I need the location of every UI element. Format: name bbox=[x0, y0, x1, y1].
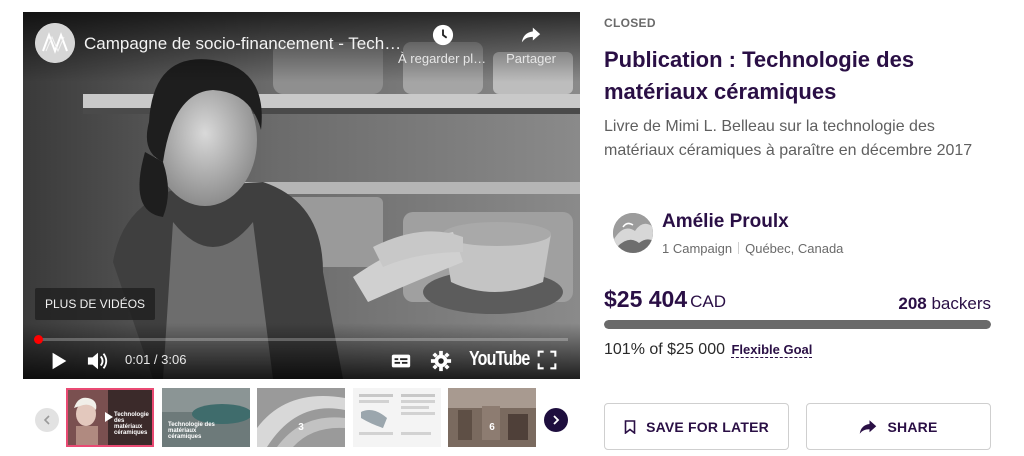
owner-meta: 1 Campaign Québec, Canada bbox=[662, 241, 843, 256]
carousel-prev-button[interactable] bbox=[35, 408, 59, 432]
campaign-title: Publication : Technologie des matériaux … bbox=[604, 47, 915, 104]
fullscreen-icon[interactable] bbox=[537, 350, 557, 370]
meta-divider bbox=[738, 242, 740, 254]
backers-number: 208 bbox=[898, 294, 927, 313]
channel-logo[interactable] bbox=[35, 23, 75, 63]
chevron-left-icon bbox=[43, 415, 50, 425]
thumbnail-number: 3 bbox=[298, 422, 304, 433]
share-video-button[interactable]: Partager bbox=[486, 24, 576, 66]
thumbnail-image bbox=[353, 388, 441, 447]
play-icon[interactable] bbox=[48, 350, 70, 372]
watch-later-label: À regarder plus tard bbox=[398, 51, 488, 66]
thumbnail-image bbox=[448, 388, 536, 447]
media-thumbnail-1[interactable]: Technologie des matériaux céramiques bbox=[66, 388, 154, 447]
media-thumbnail-3[interactable]: 3 bbox=[257, 388, 345, 447]
video-progress-bar[interactable] bbox=[33, 335, 568, 344]
owner-campaign-count: 1 Campaign bbox=[662, 241, 733, 256]
clock-icon bbox=[432, 24, 454, 46]
thumbnail-number: 6 bbox=[489, 422, 495, 433]
avatar[interactable] bbox=[613, 213, 653, 253]
media-thumbnail-5[interactable]: 6 bbox=[448, 388, 536, 447]
save-for-later-button[interactable]: SAVE FOR LATER bbox=[604, 403, 789, 450]
owner-avatar-image bbox=[613, 213, 653, 253]
share-video-label: Partager bbox=[506, 51, 556, 66]
amount-raised: $25 404 CAD bbox=[604, 286, 726, 313]
thumbnail-image bbox=[257, 388, 345, 447]
amount-currency: CAD bbox=[690, 292, 727, 311]
thumbnail-caption: Technologie des matériaux céramiques bbox=[168, 422, 215, 440]
subtitles-icon[interactable] bbox=[390, 350, 412, 372]
volume-icon[interactable] bbox=[86, 350, 110, 372]
save-for-later-label: SAVE FOR LATER bbox=[646, 418, 769, 435]
channel-logo-icon bbox=[35, 23, 75, 63]
video-title[interactable]: Campagne de socio-financement - Technolo… bbox=[84, 34, 404, 54]
media-thumbnail-4[interactable] bbox=[353, 388, 441, 447]
funding-progress-bar bbox=[604, 320, 991, 329]
media-thumbnail-2[interactable]: Technologie des matériaux céramiques bbox=[162, 388, 250, 447]
backers-count: 208 backers bbox=[898, 294, 991, 314]
thumbnail-caption: Technologie des matériaux céramiques bbox=[114, 412, 149, 436]
campaign-status: CLOSED bbox=[604, 16, 656, 30]
funding-percent-line: 101% of $25 000 Flexible Goal bbox=[604, 341, 813, 359]
share-arrow-icon bbox=[521, 27, 541, 43]
amount-value: $25 404 bbox=[604, 286, 688, 312]
goal-type-link[interactable]: Flexible Goal bbox=[731, 342, 813, 358]
bookmark-icon bbox=[624, 419, 636, 434]
chevron-right-icon bbox=[553, 415, 560, 425]
percent-of-goal: 101% of $25 000 bbox=[604, 341, 725, 358]
settings-gear-icon[interactable] bbox=[430, 350, 452, 372]
video-scrubber-handle[interactable] bbox=[33, 335, 43, 344]
more-videos-button[interactable]: PLUS DE VIDÉOS bbox=[35, 288, 156, 320]
funding-progress-fill bbox=[604, 320, 991, 329]
share-arrow-icon bbox=[860, 419, 877, 434]
carousel-next-button[interactable] bbox=[544, 408, 568, 432]
youtube-logo[interactable]: YouTube bbox=[469, 348, 530, 371]
owner-name[interactable]: Amélie Proulx bbox=[662, 211, 789, 233]
owner-location: Québec, Canada bbox=[745, 241, 844, 256]
video-time: 0:01 / 3:06 bbox=[125, 352, 187, 367]
video-player[interactable]: Campagne de socio-financement - Technolo… bbox=[23, 12, 580, 379]
backers-label: backers bbox=[931, 294, 991, 313]
share-button[interactable]: SHARE bbox=[806, 403, 991, 450]
campaign-description: Livre de Mimi L. Belleau sur la technolo… bbox=[604, 118, 973, 159]
share-label: SHARE bbox=[887, 418, 938, 435]
watch-later-button[interactable]: À regarder plus tard bbox=[398, 24, 488, 66]
